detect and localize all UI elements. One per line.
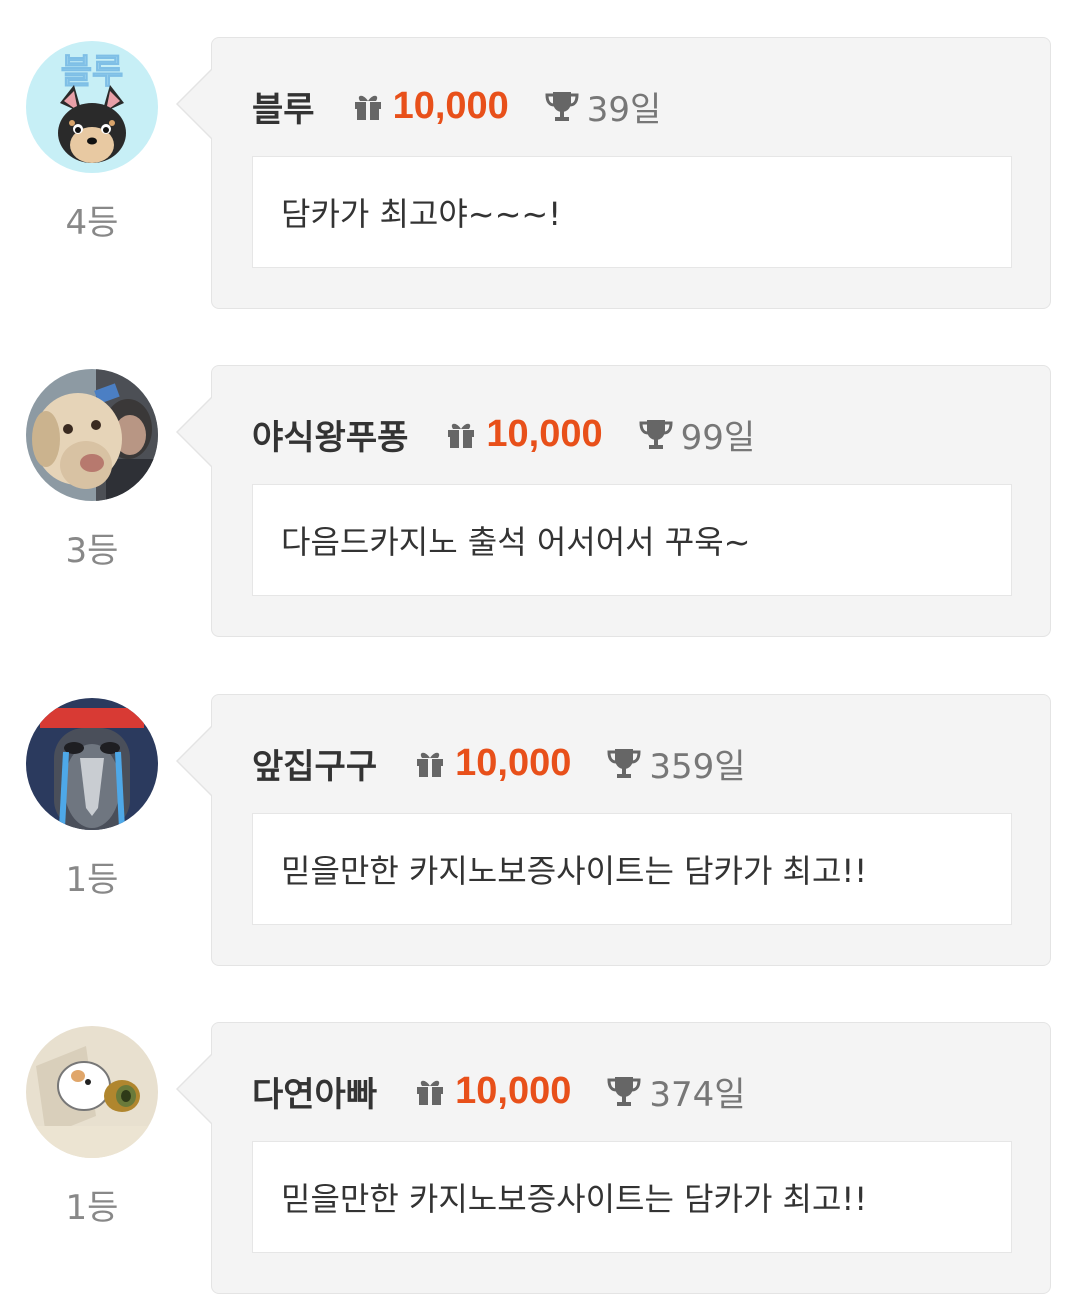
gift-icon [413, 746, 447, 780]
trophy-icon [605, 744, 643, 782]
attendance-days: 374일 [649, 1074, 746, 1115]
author-nickname[interactable]: 다연아빠 [252, 1067, 377, 1116]
avatar[interactable]: 블루 [26, 41, 158, 173]
avatar[interactable] [26, 369, 158, 501]
author-column: 1등 [26, 698, 158, 901]
comment-card: 블루 10,000 39일 담카가 최고야~~~! [176, 37, 1051, 309]
comment-meta: 다연아빠 10,000 374일 [252, 1067, 746, 1115]
chihuahua-avatar: 블루 [26, 41, 158, 173]
comment-card: 다연아빠 10,000 374일 믿을만한 카지노보증사이트는 담카가 최고!! [176, 1022, 1051, 1294]
comment-card: 앞집구구 10,000 359일 믿을만한 카지노보증사이트는 담카가 최고!! [176, 694, 1051, 966]
comment-message-box: 믿을만한 카지노보증사이트는 담카가 최고!! [252, 813, 1012, 925]
comment-item: 1등 앞집구구 10,000 359일 믿을만한 카지노보증사이트는 담카가 최… [0, 694, 1079, 970]
crying-penguin-avatar [26, 698, 158, 830]
comment-message-box: 담카가 최고야~~~! [252, 156, 1012, 268]
comment-item: 3등 야식왕푸퐁 10,000 99일 다음드카지노 출석 어서어서 꾸욱~ [0, 365, 1079, 641]
comment-message: 담카가 최고야~~~! [281, 195, 562, 233]
rank-label: 3등 [65, 531, 119, 571]
comment-meta: 야식왕푸퐁 10,000 99일 [252, 410, 755, 458]
author-column: 3등 [26, 369, 158, 572]
avatar[interactable] [26, 1026, 158, 1158]
comment-item: 1등 다연아빠 10,000 374일 믿을만한 카지노보증사이트는 담카가 최… [0, 1022, 1079, 1298]
author-column: 블루 4등 [26, 41, 158, 244]
points-value: 10,000 [486, 412, 603, 455]
trophy-icon [605, 1072, 643, 1110]
comment-card: 야식왕푸퐁 10,000 99일 다음드카지노 출석 어서어서 꾸욱~ [176, 365, 1051, 637]
attendance-days: 39일 [586, 89, 662, 130]
comment-message-box: 믿을만한 카지노보증사이트는 담카가 최고!! [252, 1141, 1012, 1253]
avatar[interactable] [26, 698, 158, 830]
svg-text:블루: 블루 [61, 52, 124, 92]
attendance-days: 359일 [649, 746, 746, 787]
rank-label: 1등 [65, 1188, 119, 1228]
gift-icon [413, 1074, 447, 1108]
comment-meta: 블루 10,000 39일 [252, 82, 661, 130]
comment-message: 믿을만한 카지노보증사이트는 담카가 최고!! [281, 852, 868, 890]
comment-message: 믿을만한 카지노보증사이트는 담카가 최고!! [281, 1180, 868, 1218]
points-value: 10,000 [455, 1069, 572, 1112]
attendance-days: 99일 [680, 417, 756, 458]
rank-label: 4등 [65, 203, 119, 243]
author-nickname[interactable]: 블루 [252, 82, 315, 131]
hamster-avatar [26, 1026, 158, 1158]
comment-item: 블루 4등 블루 10,000 39일 담카가 최고야~~~! [0, 37, 1079, 313]
comment-message: 다음드카지노 출석 어서어서 꾸욱~ [281, 523, 751, 561]
author-column: 1등 [26, 1026, 158, 1229]
points-value: 10,000 [455, 741, 572, 784]
rank-label: 1등 [65, 860, 119, 900]
trophy-icon [543, 87, 581, 125]
gift-icon [444, 417, 478, 451]
points-value: 10,000 [392, 84, 509, 127]
author-nickname[interactable]: 앞집구구 [252, 739, 377, 788]
comment-message-box: 다음드카지노 출석 어서어서 꾸욱~ [252, 484, 1012, 596]
trophy-icon [637, 415, 675, 453]
dog-photo-avatar [26, 369, 158, 501]
comment-meta: 앞집구구 10,000 359일 [252, 739, 746, 787]
gift-icon [351, 89, 385, 123]
author-nickname[interactable]: 야식왕푸퐁 [252, 410, 408, 459]
